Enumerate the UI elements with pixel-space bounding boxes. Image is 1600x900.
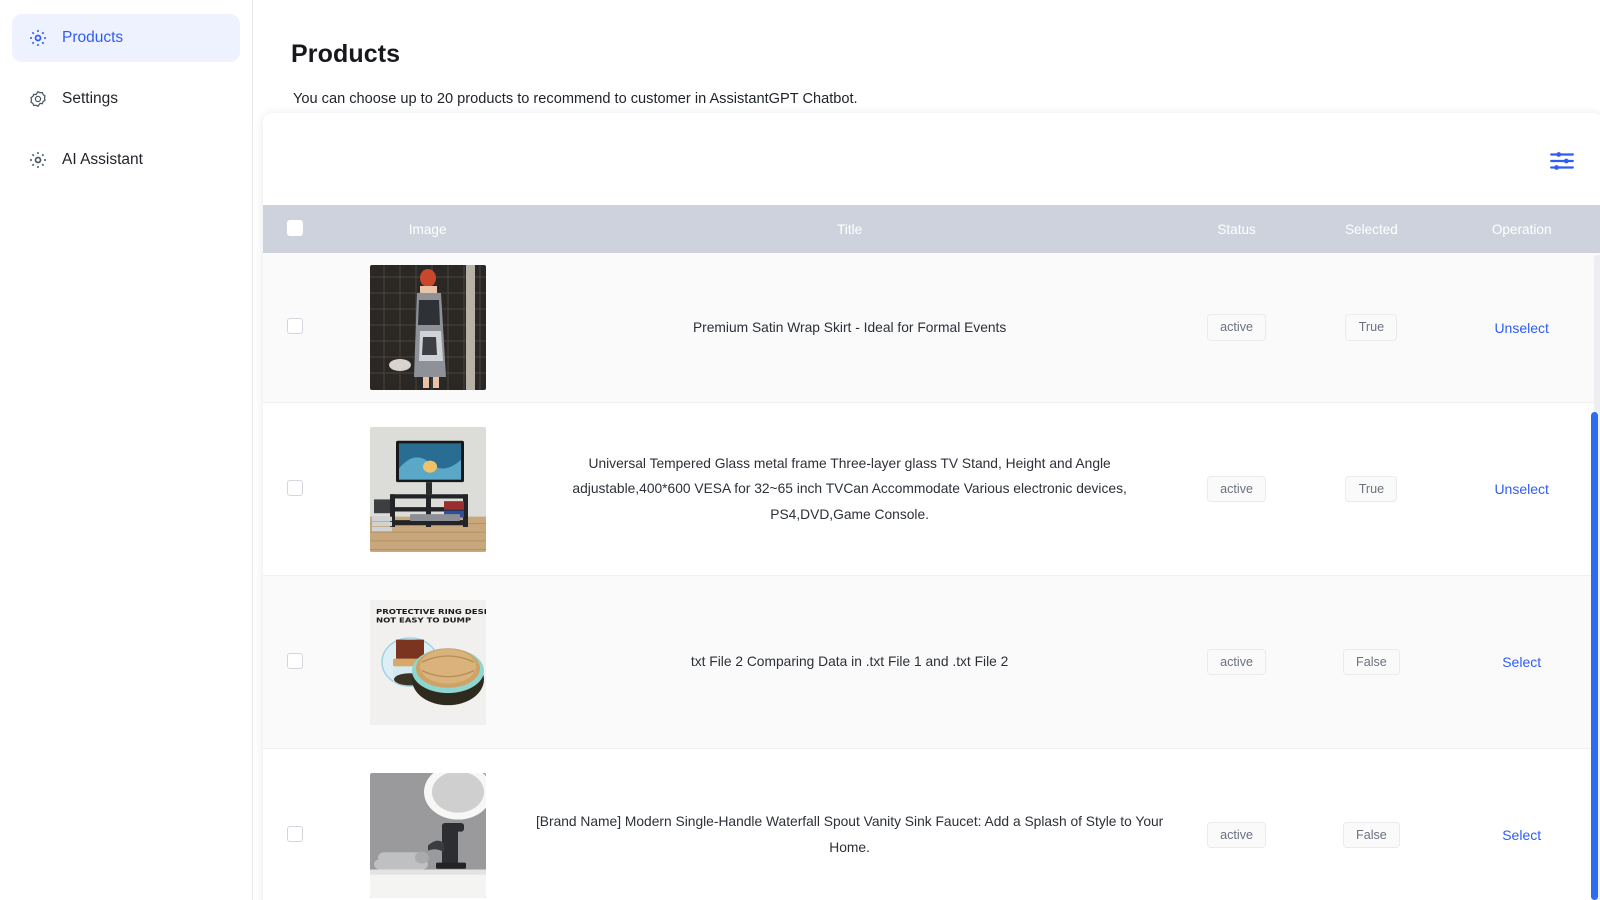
column-header-title[interactable]: Title bbox=[528, 205, 1171, 253]
app-root: Products Settings AI Assistant Products … bbox=[0, 0, 1600, 900]
sidebar-item-label: AI Assistant bbox=[62, 151, 143, 168]
products-table: Image Title Status Selected Operation Pr… bbox=[263, 205, 1600, 900]
row-title: Premium Satin Wrap Skirt - Ideal for For… bbox=[528, 253, 1171, 403]
row-operation-cell: Unselect bbox=[1440, 402, 1600, 576]
row-title: [Brand Name] Modern Single-Handle Waterf… bbox=[528, 748, 1171, 900]
column-header-operation[interactable]: Operation bbox=[1440, 205, 1600, 253]
row-checkbox-cell bbox=[263, 748, 327, 900]
selected-badge: False bbox=[1343, 648, 1400, 676]
row-selected-cell: False bbox=[1302, 575, 1441, 749]
table-row: PROTECTIVE RING DESIGN NOT EASY TO DUMP bbox=[263, 575, 1600, 749]
status-badge: active bbox=[1207, 648, 1267, 676]
page-title: Products bbox=[291, 40, 401, 68]
gear-icon bbox=[28, 150, 48, 170]
row-checkbox[interactable] bbox=[286, 652, 303, 669]
row-image-cell bbox=[326, 402, 529, 576]
product-thumbnail: PROTECTIVE RING DESIGN NOT EASY TO DUMP bbox=[369, 599, 486, 725]
row-operation-cell: Select bbox=[1440, 575, 1600, 749]
select-all-header bbox=[263, 205, 327, 253]
row-selected-cell: True bbox=[1302, 402, 1441, 576]
product-thumbnail bbox=[369, 265, 486, 390]
row-image-cell: PROTECTIVE RING DESIGN NOT EASY TO DUMP bbox=[326, 575, 529, 749]
row-image-cell bbox=[326, 253, 529, 403]
gear-icon bbox=[28, 89, 48, 109]
table-row: Universal Tempered Glass metal frame Thr… bbox=[263, 402, 1600, 576]
page-subtitle: You can choose up to 20 products to reco… bbox=[293, 91, 858, 107]
table-row: [Brand Name] Modern Single-Handle Waterf… bbox=[263, 748, 1600, 900]
selected-badge: True bbox=[1345, 314, 1398, 341]
row-status-cell: active bbox=[1170, 748, 1303, 900]
row-checkbox[interactable] bbox=[286, 825, 303, 842]
select-all-checkbox[interactable] bbox=[286, 219, 303, 236]
sidebar-item-ai-assistant[interactable]: AI Assistant bbox=[12, 136, 240, 184]
row-operation-cell: Unselect bbox=[1440, 253, 1600, 403]
row-checkbox-cell bbox=[263, 402, 327, 576]
operation-link[interactable]: Select bbox=[1502, 654, 1541, 670]
row-title: txt File 2 Comparing Data in .txt File 1… bbox=[528, 575, 1171, 749]
row-status-cell: active bbox=[1170, 575, 1303, 749]
row-checkbox-cell bbox=[263, 575, 327, 749]
table-header-row: Image Title Status Selected Operation bbox=[263, 205, 1600, 253]
selected-badge: True bbox=[1345, 475, 1398, 503]
row-operation-cell: Select bbox=[1440, 748, 1600, 900]
row-checkbox-cell bbox=[263, 253, 327, 403]
products-card: Image Title Status Selected Operation Pr… bbox=[263, 113, 1600, 900]
page-scrollbar-thumb[interactable] bbox=[1591, 412, 1598, 900]
svg-text:NOT EASY TO DUMP: NOT EASY TO DUMP bbox=[376, 615, 471, 623]
status-badge: active bbox=[1207, 314, 1267, 341]
row-checkbox[interactable] bbox=[286, 318, 303, 334]
row-image-cell bbox=[326, 748, 529, 900]
sidebar-item-label: Settings bbox=[62, 90, 119, 107]
row-selected-cell: True bbox=[1302, 253, 1441, 403]
table-body: Premium Satin Wrap Skirt - Ideal for For… bbox=[263, 253, 1600, 900]
gear-icon bbox=[28, 28, 48, 48]
table-row: Premium Satin Wrap Skirt - Ideal for For… bbox=[263, 253, 1600, 403]
sidebar-item-products[interactable]: Products bbox=[12, 14, 240, 62]
sidebar-item-settings[interactable]: Settings bbox=[12, 75, 240, 123]
sidebar-item-label: Products bbox=[62, 29, 124, 46]
sidebar: Products Settings AI Assistant bbox=[0, 0, 253, 900]
operation-link[interactable]: Select bbox=[1502, 827, 1541, 843]
operation-link[interactable]: Unselect bbox=[1494, 320, 1548, 336]
row-status-cell: active bbox=[1170, 402, 1303, 576]
product-thumbnail bbox=[369, 426, 486, 552]
status-badge: active bbox=[1207, 475, 1267, 503]
column-header-image[interactable]: Image bbox=[326, 205, 529, 253]
column-header-status[interactable]: Status bbox=[1170, 205, 1303, 253]
product-thumbnail bbox=[369, 772, 486, 898]
column-header-selected[interactable]: Selected bbox=[1302, 205, 1441, 253]
card-toolbar bbox=[263, 113, 1600, 205]
page-scrollbar[interactable] bbox=[1590, 0, 1600, 900]
svg-text:PROTECTIVE RING DESIGN: PROTECTIVE RING DESIGN bbox=[376, 607, 486, 615]
status-badge: active bbox=[1207, 821, 1267, 849]
sliders-icon[interactable] bbox=[1548, 149, 1576, 173]
table-header: Image Title Status Selected Operation bbox=[263, 205, 1600, 253]
main-content: Products You can choose up to 20 product… bbox=[253, 0, 1600, 900]
selected-badge: False bbox=[1343, 821, 1400, 849]
row-checkbox[interactable] bbox=[286, 479, 303, 496]
row-status-cell: active bbox=[1170, 253, 1303, 403]
row-title: Universal Tempered Glass metal frame Thr… bbox=[528, 402, 1171, 576]
operation-link[interactable]: Unselect bbox=[1494, 481, 1548, 497]
row-selected-cell: False bbox=[1302, 748, 1441, 900]
